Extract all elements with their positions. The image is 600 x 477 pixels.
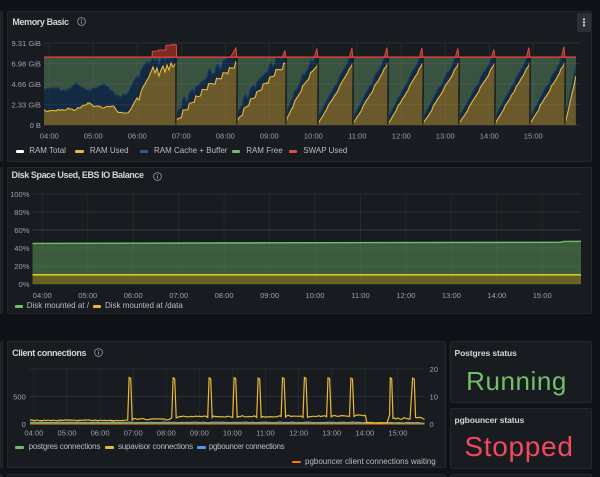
svg-text:13:00: 13:00 xyxy=(322,429,341,438)
svg-text:04:00: 04:00 xyxy=(24,429,43,438)
svg-text:07:00: 07:00 xyxy=(169,291,188,300)
svg-text:0%: 0% xyxy=(19,280,30,289)
svg-text:05:00: 05:00 xyxy=(57,429,76,438)
svg-text:14:00: 14:00 xyxy=(355,429,374,438)
svg-text:09:00: 09:00 xyxy=(260,131,279,140)
svg-text:10:00: 10:00 xyxy=(223,429,242,438)
svg-text:15:00: 15:00 xyxy=(388,429,407,438)
svg-text:06:00: 06:00 xyxy=(128,131,147,140)
svg-text:40%: 40% xyxy=(14,244,29,253)
svg-text:0 B: 0 B xyxy=(30,121,41,130)
svg-text:0: 0 xyxy=(22,420,26,429)
svg-text:20: 20 xyxy=(430,365,438,374)
svg-text:13:00: 13:00 xyxy=(442,291,461,300)
svg-text:10: 10 xyxy=(430,392,438,401)
svg-text:08:00: 08:00 xyxy=(216,131,235,140)
svg-text:15:00: 15:00 xyxy=(524,131,543,140)
svg-text:06:00: 06:00 xyxy=(91,429,110,438)
svg-text:07:00: 07:00 xyxy=(172,131,191,140)
svg-text:80%: 80% xyxy=(14,208,29,217)
svg-text:14:00: 14:00 xyxy=(480,131,499,140)
svg-text:08:00: 08:00 xyxy=(215,291,234,300)
svg-text:14:00: 14:00 xyxy=(487,291,506,300)
svg-text:04:00: 04:00 xyxy=(33,291,52,300)
svg-text:11:00: 11:00 xyxy=(351,291,369,300)
svg-text:2.33 GiB: 2.33 GiB xyxy=(11,100,41,109)
svg-text:4.66 GiB: 4.66 GiB xyxy=(11,80,41,89)
svg-text:15:00: 15:00 xyxy=(533,291,552,300)
svg-text:20%: 20% xyxy=(14,262,29,271)
svg-text:12:00: 12:00 xyxy=(289,429,308,438)
svg-text:08:00: 08:00 xyxy=(157,429,176,438)
svg-text:11:00: 11:00 xyxy=(348,131,366,140)
svg-text:10:00: 10:00 xyxy=(304,131,323,140)
svg-text:09:00: 09:00 xyxy=(260,291,279,300)
svg-text:05:00: 05:00 xyxy=(78,291,97,300)
svg-text:11:00: 11:00 xyxy=(256,429,274,438)
svg-text:9.31 GiB: 9.31 GiB xyxy=(11,39,41,48)
svg-text:100%: 100% xyxy=(10,190,30,199)
svg-text:10:00: 10:00 xyxy=(305,291,324,300)
svg-text:0: 0 xyxy=(430,420,434,429)
svg-text:04:00: 04:00 xyxy=(40,131,59,140)
svg-text:12:00: 12:00 xyxy=(396,291,415,300)
svg-text:07:00: 07:00 xyxy=(124,429,143,438)
svg-text:05:00: 05:00 xyxy=(84,131,103,140)
svg-text:6.98 GiB: 6.98 GiB xyxy=(11,59,41,68)
svg-text:06:00: 06:00 xyxy=(124,291,143,300)
svg-text:500: 500 xyxy=(13,392,26,401)
svg-text:09:00: 09:00 xyxy=(190,429,209,438)
svg-text:60%: 60% xyxy=(14,226,29,235)
svg-text:13:00: 13:00 xyxy=(436,131,455,140)
svg-text:12:00: 12:00 xyxy=(392,131,411,140)
